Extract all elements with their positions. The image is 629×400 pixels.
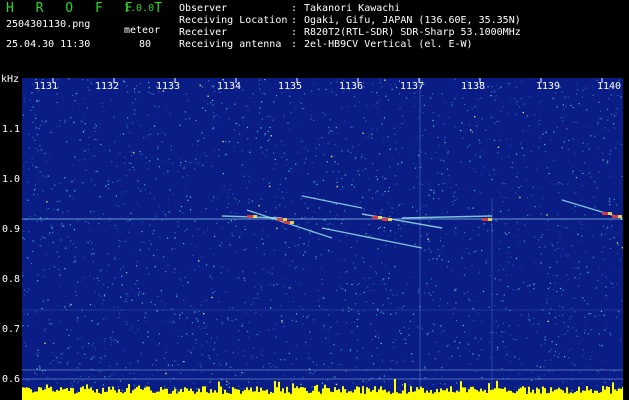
- info-location-label: Receiving Location: [179, 15, 288, 26]
- info-antenna-value: 2el-HB9CV Vertical (el. E-W): [304, 39, 473, 50]
- x-tick-1134: 1134: [217, 81, 242, 92]
- y-tick-0-6: 0.6: [2, 374, 21, 385]
- file-name: 2504301130.png: [6, 19, 91, 30]
- x-tick-1132: 1132: [95, 81, 120, 92]
- info-location-value: Ogaki, Gifu, JAPAN (136.60E, 35.35N): [304, 15, 521, 26]
- info-antenna-label: Receiving antenna: [179, 39, 282, 50]
- info-receiver-value: R820T2(RTL-SDR) SDR-Sharp 53.1000MHz: [304, 27, 521, 38]
- spectrogram-background: [22, 78, 623, 400]
- y-axis-unit: kHz: [1, 74, 20, 85]
- x-tick-1137: 1137: [400, 81, 425, 92]
- datetime-label: 25.04.30 11:30: [6, 39, 91, 50]
- x-tick-1138: 1138: [461, 81, 486, 92]
- y-tick-0-8: 0.8: [2, 274, 21, 285]
- mode-label: meteor: [124, 25, 161, 36]
- x-tick-1136: 1136: [339, 81, 364, 92]
- y-tick-1-1: 1.1: [2, 124, 21, 135]
- x-tick-1131: 1131: [34, 81, 59, 92]
- y-tick-1-0: 1.0: [2, 174, 21, 185]
- info-receiver-colon: :: [291, 27, 298, 38]
- info-location-colon: :: [291, 15, 298, 26]
- x-tick-1140: 1140: [597, 81, 622, 92]
- count-label: 80: [139, 39, 152, 50]
- info-observer-value: Takanori Kawachi: [304, 3, 401, 14]
- x-tick-1133: 1133: [156, 81, 181, 92]
- y-tick-0-7: 0.7: [2, 324, 21, 335]
- info-observer-colon: :: [291, 3, 298, 14]
- spectrogram: [22, 78, 623, 400]
- info-receiver-label: Receiver: [179, 27, 228, 38]
- app-version: 1.0.0: [124, 3, 155, 14]
- info-antenna-colon: :: [291, 39, 298, 50]
- x-tick-1135: 1135: [278, 81, 303, 92]
- info-observer-label: Observer: [179, 3, 228, 14]
- y-tick-0-9: 0.9: [2, 224, 21, 235]
- x-tick-1139: 1139: [536, 81, 561, 92]
